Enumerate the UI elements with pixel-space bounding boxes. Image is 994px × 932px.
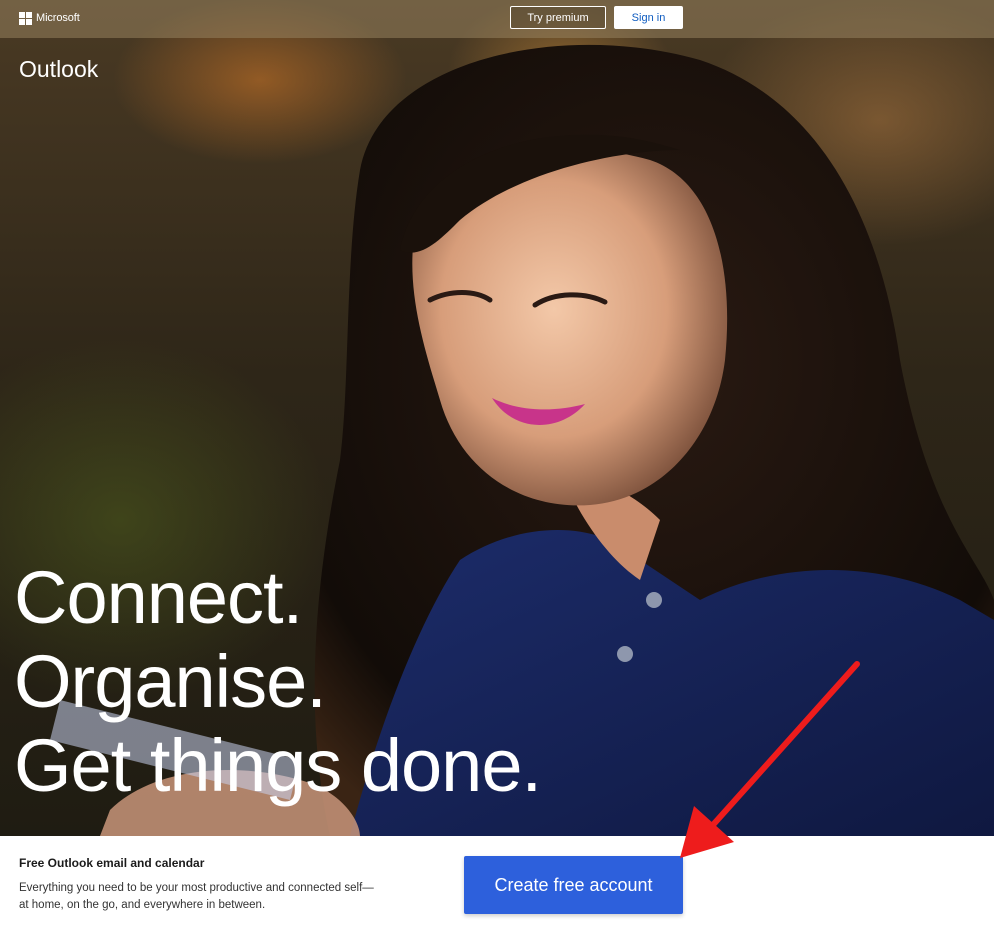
top-navigation-bar: Microsoft Try premium Sign in [0,0,994,38]
try-premium-button[interactable]: Try premium [510,6,606,29]
cta-description-block: Free Outlook email and calendar Everythi… [19,856,379,914]
headline-line: Get things done. [14,724,542,807]
hero-headline: Connect. Organise. Get things done. [14,556,542,808]
headline-line: Connect. [14,556,303,639]
create-free-account-button[interactable]: Create free account [464,856,683,914]
microsoft-logo[interactable]: Microsoft [19,10,80,26]
sign-in-button[interactable]: Sign in [614,6,683,29]
microsoft-logo-icon [19,11,32,25]
hero-section: Microsoft Try premium Sign in Outlook Co… [0,0,994,836]
cta-description: Everything you need to be your most prod… [19,882,374,911]
headline-line: Organise. [14,640,327,723]
brand-label: Microsoft [36,12,80,24]
product-name[interactable]: Outlook [19,56,98,83]
cta-title: Free Outlook email and calendar [19,856,205,870]
